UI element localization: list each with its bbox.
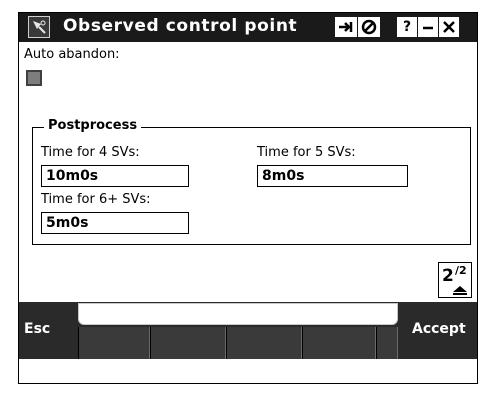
auto-abandon-label: Auto abandon: [24,47,120,62]
esc-softkey[interactable]: Esc [24,321,50,337]
page-toggle-button[interactable]: 2 /2 [438,262,472,298]
page-total: /2 [455,264,467,277]
time-4-svs-label: Time for 4 SVs: [41,145,140,160]
close-button[interactable] [439,17,459,37]
time-6-svs-label: Time for 6+ SVs: [41,192,151,207]
cancel-button[interactable] [358,17,380,37]
enter-button[interactable] [335,17,357,37]
time-5-svs-label: Time for 5 SVs: [257,145,356,160]
softkey-slot[interactable] [150,327,226,359]
cancel-icon [361,19,377,35]
page-current: 2 [442,266,454,286]
softkey-slot[interactable] [226,327,302,359]
input-strip[interactable] [78,303,398,325]
softkey-slot[interactable] [78,327,150,359]
softkey-slot[interactable] [376,327,398,359]
postprocess-title: Postprocess [44,118,142,133]
time-5-svs-field[interactable]: 8m0s [257,165,408,187]
close-icon [443,21,455,33]
page-arrow-icon [453,286,467,295]
window-title: Observed control point [63,16,298,36]
accept-softkey[interactable]: Accept [412,321,466,337]
auto-abandon-checkbox[interactable] [26,70,42,86]
minimize-icon [423,26,433,30]
time-6-svs-field[interactable]: 5m0s [41,212,189,234]
satellite-app-icon[interactable] [28,16,50,38]
help-button[interactable]: ? [397,17,417,37]
time-4-svs-field[interactable]: 10m0s [41,165,189,187]
help-icon: ? [402,19,412,35]
minimize-button[interactable] [418,17,438,37]
softkey-slot[interactable] [302,327,376,359]
enter-icon [339,22,353,32]
title-bar: Observed control point ? [19,13,477,42]
